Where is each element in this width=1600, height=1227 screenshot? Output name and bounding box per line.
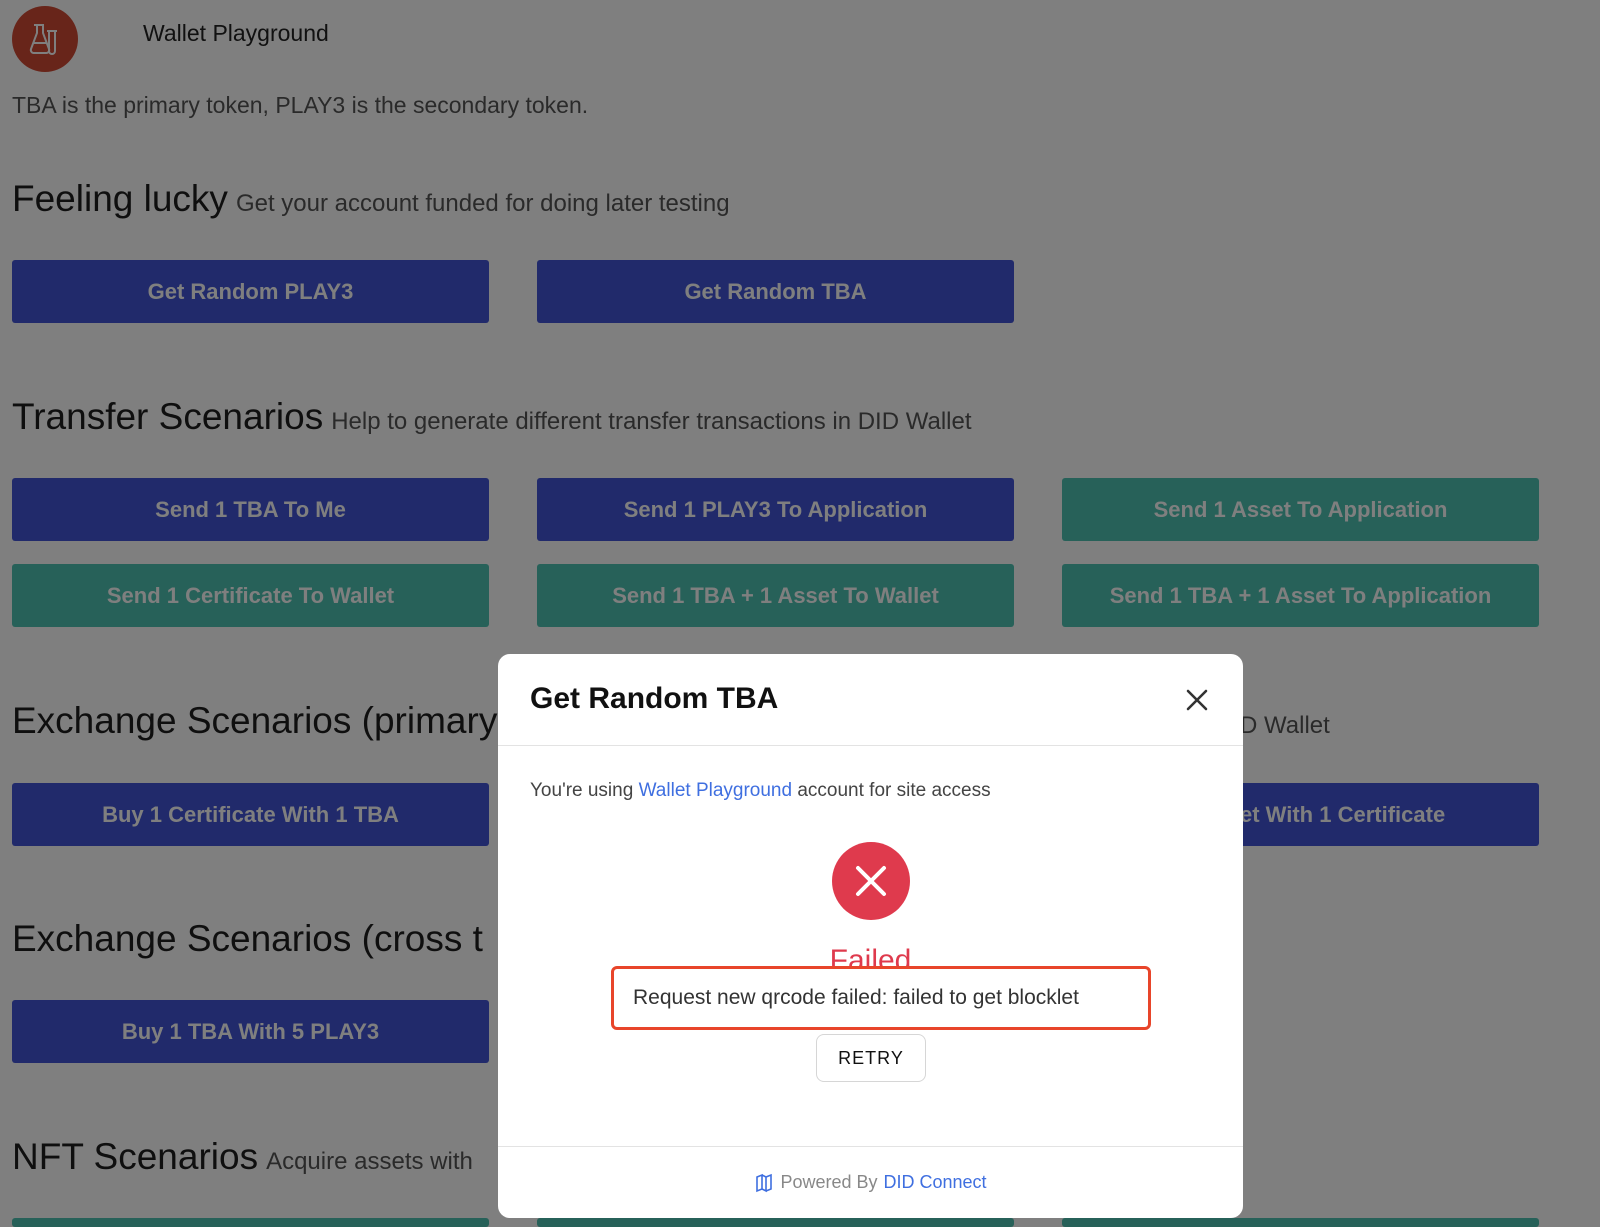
dialog-title: Get Random TBA <box>530 682 779 715</box>
error-x-icon <box>832 842 910 920</box>
access-suffix: account for site access <box>797 780 991 801</box>
access-prefix: You're using <box>530 780 634 801</box>
did-connect-link[interactable]: DID Connect <box>884 1172 987 1193</box>
close-icon[interactable] <box>1177 680 1217 720</box>
wallet-playground-link[interactable]: Wallet Playground <box>639 780 792 801</box>
dialog-header: Get Random TBA <box>498 654 1243 746</box>
site-access-text: You're using Wallet Playground account f… <box>530 780 991 802</box>
error-message: Request new qrcode failed: failed to get… <box>611 966 1151 1030</box>
powered-by-text: Powered By <box>780 1172 878 1192</box>
retry-button[interactable]: RETRY <box>816 1034 926 1082</box>
did-connect-logo-icon <box>754 1173 774 1193</box>
get-random-tba-dialog: Get Random TBA You're using Wallet Playg… <box>498 654 1243 1218</box>
dialog-footer: Powered By DID Connect <box>498 1146 1243 1218</box>
